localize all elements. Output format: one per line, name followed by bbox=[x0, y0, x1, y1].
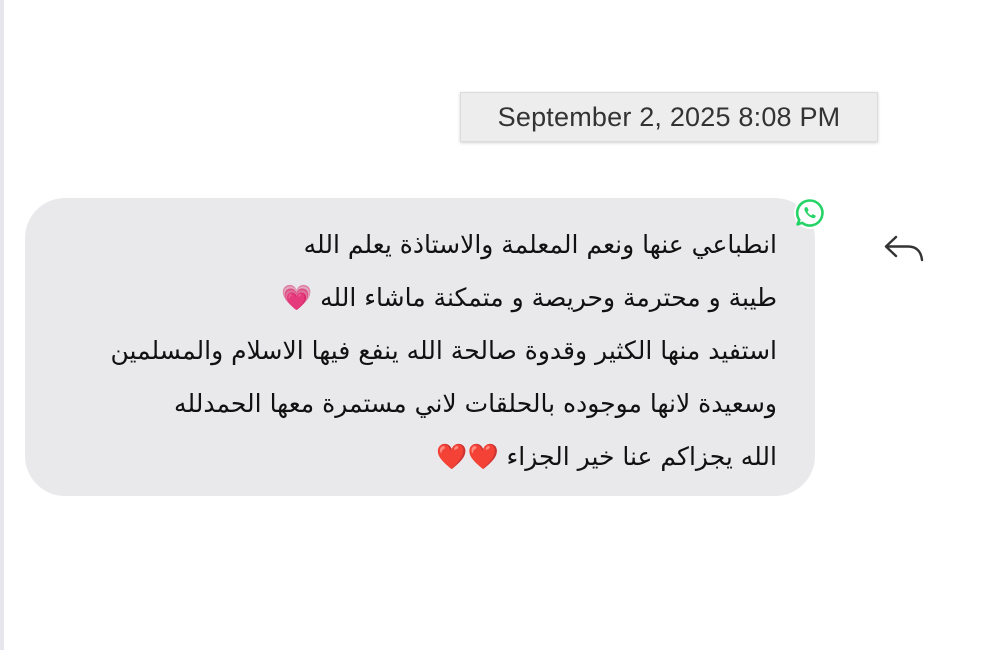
reply-icon[interactable] bbox=[882, 231, 926, 265]
whatsapp-icon bbox=[794, 197, 826, 229]
message-bubble[interactable]: انطباعي عنها ونعم المعلمة والاستاذة يعلم… bbox=[25, 198, 815, 496]
message-view: September 2, 2025 8:08 PM انطباعي عنها و… bbox=[0, 0, 1000, 650]
message-text: انطباعي عنها ونعم المعلمة والاستاذة يعلم… bbox=[110, 230, 778, 471]
pane-divider bbox=[0, 0, 4, 650]
message-timestamp: September 2, 2025 8:08 PM bbox=[460, 92, 878, 142]
